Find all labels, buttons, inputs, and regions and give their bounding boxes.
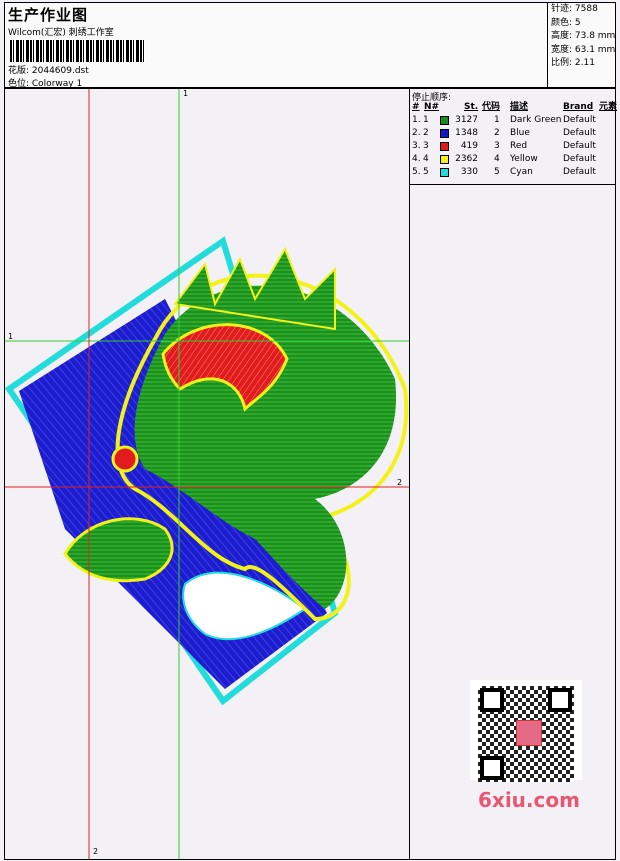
red-axis-right-label: 2 [397,478,403,487]
seal-icon [516,720,542,746]
row-num: 1. [412,115,421,125]
row-desc: Cyan [510,167,533,177]
stats-box: 针迹: 7588 颜色: 5 高度: 73.8 mm 宽度: 63.1 mm 比… [547,3,616,87]
col-stitches: St. [464,102,479,112]
col-brand: Brand [563,102,594,112]
row-stitches: 419 [460,141,478,151]
row-desc: Yellow [510,154,538,164]
row-brand: Default [563,154,596,164]
color-swatch [440,116,449,125]
row-num: 3. [412,141,421,151]
row-stitches: 1348 [455,128,478,138]
row-code: 5 [494,167,500,177]
row-num: 4. [412,154,421,164]
color-swatch [440,155,449,164]
studio-subtitle: Wilcom(汇宏) 刺绣工作室 [8,28,114,38]
table-row: 3. 3 419 3 Red Default [410,140,615,153]
green-axis-top-label: 1 [183,89,189,98]
row-brand: Default [563,115,596,125]
stat-scale: 比例: 2.11 [551,58,595,68]
col-code: 代码 [482,102,501,112]
row-n: 2 [423,128,429,138]
row-num: 5. [412,167,421,177]
col-n: N# [424,102,440,112]
row-stitches: 330 [460,167,478,177]
stat-width: 宽度: 63.1 mm [551,44,616,55]
green-axis-left-label: 1 [8,332,14,341]
page-title: 生产作业图 [8,6,89,24]
row-brand: Default [563,141,596,151]
table-row: 4. 4 2362 4 Yellow Default [410,153,615,166]
header-block: 生产作业图 Wilcom(汇宏) 刺绣工作室 花版: 2044609.dst 色… [4,2,616,89]
design-file-label: 花版: 2044609.dst [8,66,89,76]
row-code: 1 [494,115,500,125]
col-element: 元素 [599,102,618,112]
row-n: 1 [423,115,429,125]
embroidery-preview [5,89,409,859]
row-desc: Blue [510,128,530,138]
table-row: 1. 1 3127 1 Dark Green Default [410,114,615,127]
row-brand: Default [563,167,596,177]
stat-colors: 颜色: 5 [551,17,581,28]
row-stitches: 3127 [455,115,478,125]
row-n: 3 [423,141,429,151]
production-sheet: 生产作业图 Wilcom(汇宏) 刺绣工作室 花版: 2044609.dst 色… [0,0,620,861]
stat-stitches: 针迹: 7588 [551,4,598,14]
watermark: 6xiu.com [478,788,580,812]
row-code: 2 [494,128,500,138]
col-desc: 描述 [510,102,529,112]
stop-table-header: # N# St. 代码 描述 Brand 元素 [410,101,618,114]
row-code: 4 [494,154,500,164]
panel-divider [409,89,410,859]
row-desc: Dark Green [510,115,562,125]
red-axis-bottom-label: 2 [93,847,99,856]
table-row: 2. 2 1348 2 Blue Default [410,127,615,140]
row-code: 3 [494,141,500,151]
red-dot [111,445,139,473]
col-hash: # [412,102,420,112]
color-swatch [440,129,449,138]
row-n: 5 [423,167,429,177]
color-swatch [440,142,449,151]
stat-height: 高度: 73.8 mm [551,31,616,41]
row-stitches: 2362 [455,154,478,164]
table-row: 5. 5 330 5 Cyan Default [410,166,615,179]
row-num: 2. [412,128,421,138]
row-brand: Default [563,128,596,138]
row-n: 4 [423,154,429,164]
row-desc: Red [510,141,528,151]
barcode-icon [10,40,145,62]
stop-sequence-panel: 停止顺序: # N# St. 代码 描述 Brand 元素 1. 1 3127 1 Da… [410,89,618,185]
color-swatch [440,168,449,177]
